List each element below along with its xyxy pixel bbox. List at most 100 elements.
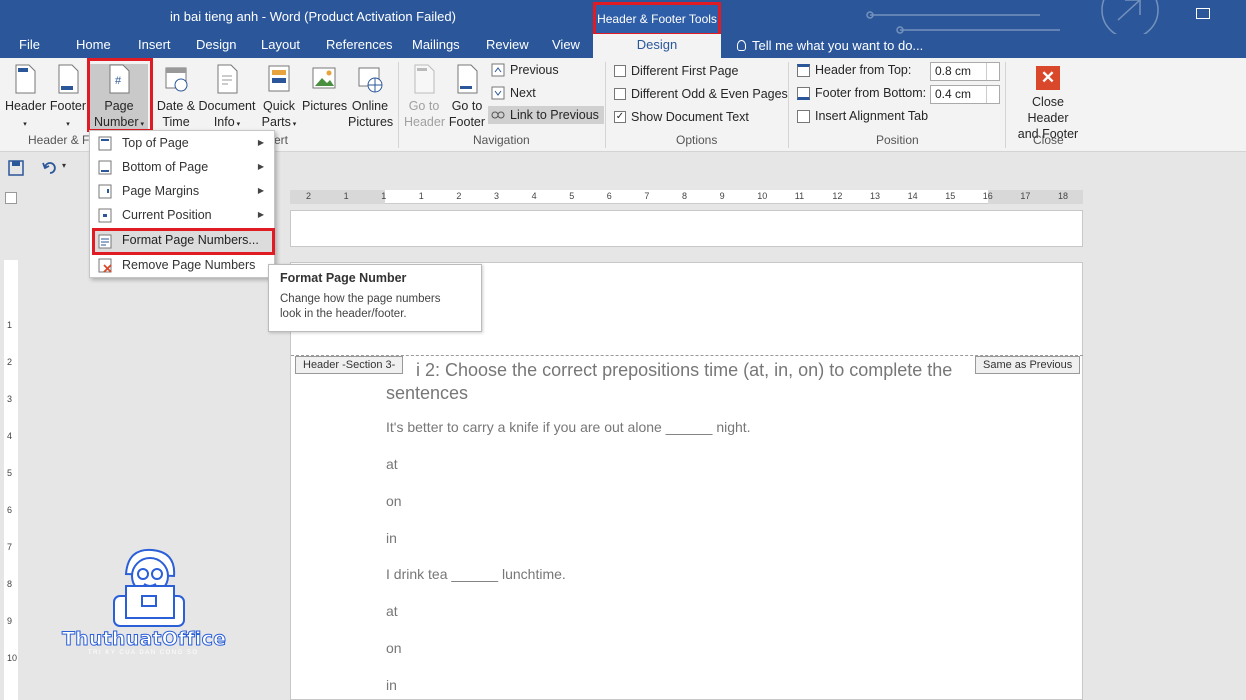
- submenu-arrow-icon: ▶: [257, 210, 264, 219]
- logo-text: ThuthuatOffice: [61, 628, 227, 651]
- submenu-arrow-icon: ▶: [257, 186, 264, 195]
- ruler-tick-label: 9: [719, 191, 725, 201]
- go-to-header-button[interactable]: Go to Header: [404, 64, 445, 130]
- header-from-top-label: Header from Top:: [815, 63, 912, 77]
- remove-icon: [98, 258, 112, 273]
- header-boundary-line: [291, 355, 1083, 356]
- footer-icon: [58, 64, 79, 94]
- pictures-button[interactable]: Pictures: [302, 64, 348, 114]
- tab-file[interactable]: File: [13, 34, 46, 58]
- group-label-navigation: Navigation: [473, 133, 530, 147]
- header-from-top-label-row: Header from Top:: [797, 63, 911, 77]
- pictures-icon: [312, 67, 336, 89]
- tab-review[interactable]: Review: [480, 34, 535, 58]
- date-time-label-2: Time: [162, 115, 190, 129]
- tab-selector-icon[interactable]: [5, 192, 17, 204]
- tooltip-body-line-1: Change how the page numbers: [280, 293, 441, 305]
- ruler-tick-label: 8: [682, 191, 688, 201]
- calendar-icon: [165, 67, 188, 92]
- dropdown-arrow-icon: ▾: [290, 121, 297, 128]
- contextual-tab-label: Header & Footer Tools: [593, 2, 721, 36]
- ruler-tick-label: 6: [606, 191, 612, 201]
- footer-button[interactable]: Footer ▾: [49, 64, 87, 133]
- undo-icon[interactable]: [42, 160, 58, 176]
- ruler-tick-label: 16: [982, 191, 993, 201]
- close-icon: ✕: [1036, 66, 1060, 90]
- save-icon[interactable]: [8, 160, 24, 176]
- link-to-previous-label: Link to Previous: [510, 108, 599, 122]
- close-header-footer-label-1: Close Header: [1027, 95, 1069, 125]
- next-icon: [491, 86, 505, 100]
- date-time-button[interactable]: Date & Time: [156, 64, 196, 130]
- tab-layout[interactable]: Layout: [255, 34, 306, 58]
- menu-item-page-margins[interactable]: Page Margins ▶: [90, 180, 274, 202]
- show-document-text-checkbox[interactable]: ✓ Show Document Text: [614, 110, 749, 124]
- quick-parts-button[interactable]: Quick Parts ▾: [260, 64, 298, 133]
- tooltip: Format Page Number Change how the page n…: [268, 264, 482, 332]
- restore-window-icon[interactable]: [1196, 8, 1210, 19]
- different-odd-even-checkbox[interactable]: Different Odd & Even Pages: [614, 87, 788, 101]
- vertical-ruler[interactable]: 1 2 3 4 5 6 7 8 9 10: [4, 260, 18, 700]
- page-margins-icon: [98, 184, 112, 199]
- checkmark-icon: ✓: [614, 111, 626, 123]
- undo-dropdown-icon[interactable]: ▾: [62, 161, 66, 170]
- horizontal-ruler[interactable]: 2 1 1 1 2 3 4 5 6 7 8 9 10 11 12 13 14 15 16 17 18: [290, 190, 1083, 204]
- checkbox-box: [614, 65, 626, 77]
- menu-item-top-of-page[interactable]: Top of Page ▶: [90, 132, 274, 154]
- footer-from-bottom-label-row: Footer from Bottom:: [797, 86, 926, 100]
- menu-item-format-page-numbers[interactable]: Format Page Numbers...: [92, 228, 275, 255]
- dropdown-arrow-icon: ▾: [23, 121, 27, 128]
- ruler-tick-label: 5: [7, 468, 13, 478]
- alignment-tab-icon: [797, 109, 810, 123]
- tab-references[interactable]: References: [320, 34, 398, 58]
- ruler-tick-label: 3: [494, 191, 500, 201]
- document-line: in: [386, 677, 397, 693]
- ruler-tick-label: 15: [945, 191, 956, 201]
- tab-insert[interactable]: Insert: [132, 34, 177, 58]
- insert-alignment-tab-button[interactable]: Insert Alignment Tab: [797, 109, 928, 123]
- next-button[interactable]: Next: [491, 86, 536, 100]
- footer-from-bottom-input[interactable]: 0.4 cm: [930, 85, 1000, 104]
- page-top-icon: [98, 136, 112, 151]
- link-to-previous-button[interactable]: Link to Previous: [488, 106, 604, 124]
- document-line: on: [386, 640, 402, 656]
- ruler-tick-label: 10: [757, 191, 768, 201]
- quick-parts-label-1: Quick: [263, 99, 295, 113]
- group-label-header-footer: Header & F: [28, 133, 90, 147]
- online-pictures-button[interactable]: Online Pictures: [348, 64, 393, 130]
- tell-me-box[interactable]: Tell me what you want to do...: [737, 38, 923, 53]
- tab-design[interactable]: Design: [190, 34, 242, 58]
- previous-button[interactable]: Previous: [491, 63, 559, 77]
- document-line: on: [386, 493, 402, 509]
- previous-icon: [491, 63, 505, 77]
- close-header-footer-button[interactable]: ✕ Close Header and Footer: [1010, 66, 1086, 142]
- tab-mailings[interactable]: Mailings: [406, 34, 466, 58]
- tab-home[interactable]: Home: [70, 34, 117, 58]
- header-icon: [15, 64, 36, 94]
- window-title: in bai tieng anh - Word (Product Activat…: [170, 9, 456, 24]
- menu-item-bottom-of-page[interactable]: Bottom of Page ▶: [90, 156, 274, 178]
- document-line: in: [386, 530, 397, 546]
- pictures-label: Pictures: [302, 99, 348, 113]
- submenu-arrow-icon: ▶: [257, 162, 264, 171]
- group-separator: [398, 62, 399, 148]
- page-bottom-icon: [98, 160, 112, 175]
- different-odd-even-label: Different Odd & Even Pages: [631, 87, 788, 101]
- group-label-position: Position: [876, 133, 919, 147]
- document-line: It's better to carry a knife if you are …: [386, 419, 751, 435]
- ruler-tick-label: 1: [343, 191, 349, 201]
- group-separator: [605, 62, 606, 148]
- tab-view[interactable]: View: [546, 34, 586, 58]
- menu-item-remove-page-numbers[interactable]: Remove Page Numbers: [90, 254, 274, 276]
- menu-item-current-position[interactable]: Current Position ▶: [90, 204, 274, 226]
- group-label-options: Options: [676, 133, 718, 147]
- highlight-box-page-number: [87, 58, 153, 132]
- insert-alignment-tab-label: Insert Alignment Tab: [815, 109, 929, 123]
- ruler-tick-label: 10: [7, 653, 18, 663]
- tab-header-footer-design[interactable]: Design: [593, 34, 721, 58]
- go-to-footer-button[interactable]: Go to Footer: [447, 64, 487, 130]
- header-button[interactable]: Header ▾: [5, 64, 46, 133]
- header-from-top-input[interactable]: 0.8 cm: [930, 62, 1000, 81]
- document-info-button[interactable]: Document Info ▾: [198, 64, 256, 133]
- different-first-page-checkbox[interactable]: Different First Page: [614, 64, 738, 78]
